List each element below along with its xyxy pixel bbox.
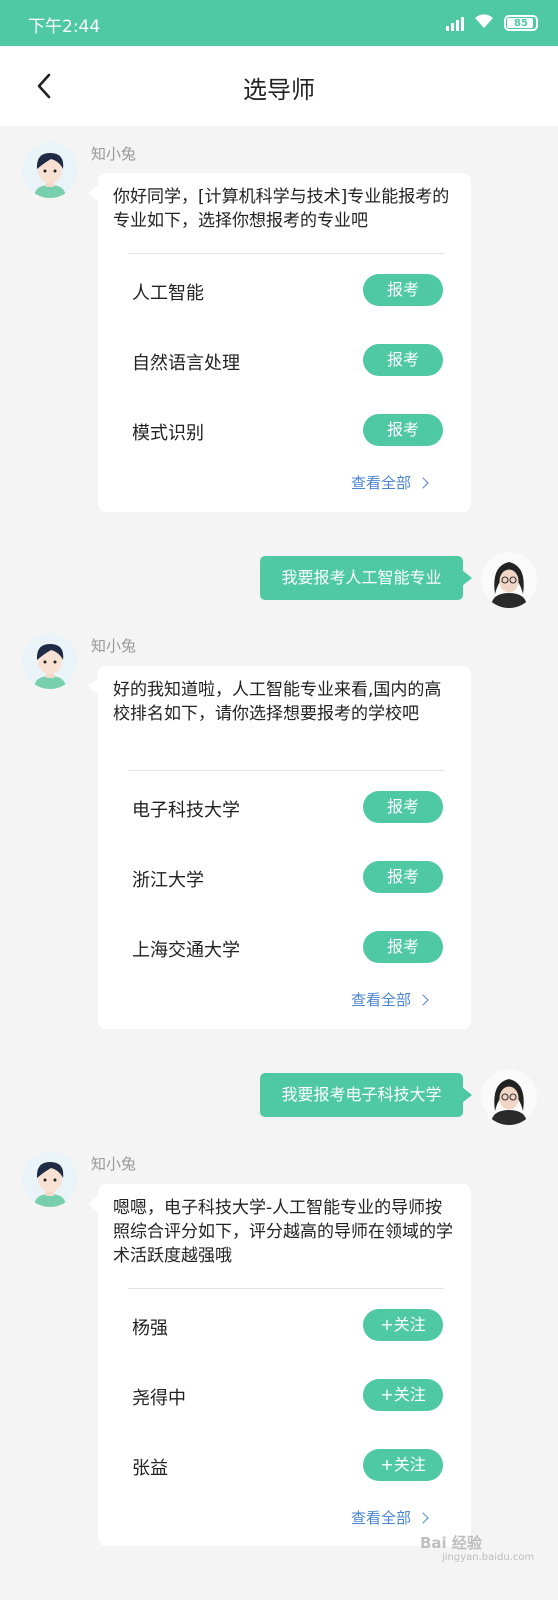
view-all-label: 查看全部 <box>351 991 412 1009</box>
option-label: 上海交通大学 <box>132 940 240 961</box>
option-label: 电子科技大学 <box>132 800 240 821</box>
follow-button[interactable]: +关注 <box>363 1449 443 1481</box>
sender-name: 知小兔 <box>91 145 137 163</box>
user-message-bubble: 我要报考电子科技大学 <box>260 1073 472 1117</box>
user-message-bubble: 我要报考人工智能专业 <box>260 556 472 600</box>
user-avatar <box>481 1069 537 1125</box>
view-all-link[interactable]: 查看全部 <box>351 1507 429 1528</box>
view-all-link[interactable]: 查看全部 <box>351 472 429 493</box>
apply-button[interactable]: 报考 <box>363 344 443 376</box>
bot-avatar <box>22 1151 78 1207</box>
option-label: 自然语言处理 <box>132 353 240 374</box>
apply-button[interactable]: 报考 <box>363 791 443 823</box>
watermark: Bai 经验 <box>420 1534 482 1552</box>
user-avatar <box>481 552 537 608</box>
divider <box>128 253 444 254</box>
option-label: 人工智能 <box>132 283 204 304</box>
option-label: 浙江大学 <box>132 870 204 891</box>
bot-message-text: 嗯嗯，电子科技大学-人工智能专业的导师按照综合评分如下，评分越高的导师在领域的学… <box>113 1198 453 1266</box>
apply-button[interactable]: 报考 <box>363 861 443 893</box>
advisor-name: 张益 <box>132 1458 168 1479</box>
status-bar: 下午2:44 85 <box>0 0 558 46</box>
bot-message-text: 好的我知道啦，人工智能专业来看,国内的高校排名如下，请你选择想要报考的学校吧 <box>113 680 442 724</box>
apply-button[interactable]: 报考 <box>363 931 443 963</box>
bot-avatar <box>22 142 78 198</box>
view-all-label: 查看全部 <box>351 1509 412 1527</box>
follow-button[interactable]: +关注 <box>363 1379 443 1411</box>
chevron-right-icon <box>417 1512 429 1524</box>
divider <box>128 1288 444 1289</box>
bot-message-card: 好的我知道啦，人工智能专业来看,国内的高校排名如下，请你选择想要报考的学校吧 电… <box>88 666 471 1029</box>
chevron-right-icon <box>417 994 429 1006</box>
sender-name: 知小兔 <box>91 1155 137 1173</box>
divider <box>128 770 444 771</box>
bot-avatar <box>22 633 78 689</box>
follow-button[interactable]: +关注 <box>363 1309 443 1341</box>
advisor-name: 尧得中 <box>132 1388 186 1409</box>
view-all-link[interactable]: 查看全部 <box>351 989 429 1010</box>
apply-button[interactable]: 报考 <box>363 414 443 446</box>
wifi-icon <box>474 13 494 33</box>
signal-icon <box>446 15 464 31</box>
page-title: 选导师 <box>243 76 315 104</box>
bot-message-card: 你好同学，[计算机科学与技术]专业能报考的专业如下，选择你想报考的专业吧 人工智… <box>88 173 471 512</box>
bot-message-card: 嗯嗯，电子科技大学-人工智能专业的导师按照综合评分如下，评分越高的导师在领域的学… <box>88 1184 471 1546</box>
option-label: 模式识别 <box>132 423 204 444</box>
watermark-url: jingyan.baidu.com <box>442 1552 535 1563</box>
view-all-label: 查看全部 <box>351 474 412 492</box>
status-icons: 85 <box>446 13 538 33</box>
bot-message-text: 你好同学，[计算机科学与技术]专业能报考的专业如下，选择你想报考的专业吧 <box>113 187 450 231</box>
nav-bar: 选导师 <box>0 46 558 126</box>
status-time: 下午2:44 <box>28 17 101 37</box>
chevron-right-icon <box>417 477 429 489</box>
sender-name: 知小兔 <box>91 637 137 655</box>
battery-level: 85 <box>514 17 528 29</box>
battery-icon: 85 <box>504 15 538 31</box>
advisor-name: 杨强 <box>132 1318 168 1339</box>
apply-button[interactable]: 报考 <box>363 274 443 306</box>
